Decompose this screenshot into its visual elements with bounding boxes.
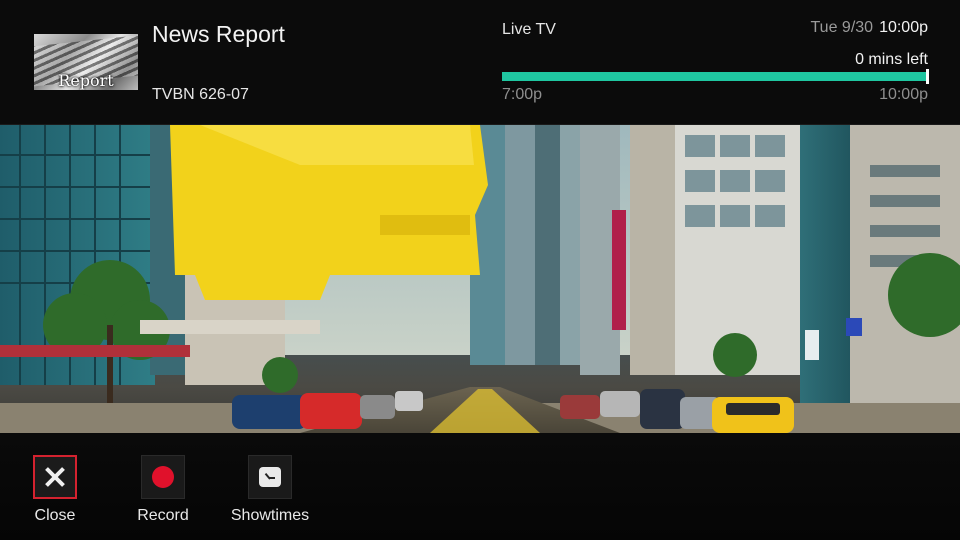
showtimes-button[interactable]: Showtimes [225,455,315,525]
close-button[interactable]: Close [10,455,100,525]
program-thumbnail: Report [34,34,138,90]
current-time: 10:00p [879,19,928,36]
record-button-box[interactable] [141,455,185,499]
channel-label: TVBN 626-07 [152,86,249,103]
progress-fill [502,72,928,81]
end-time: 10:00p [879,86,928,103]
current-datetime: Tue 9/30 10:00p [811,19,929,37]
action-bar: Close Record Showtimes [0,433,960,540]
showtimes-button-label: Showtimes [230,507,310,524]
close-button-box[interactable] [33,455,77,499]
showtimes-button-box[interactable] [248,455,292,499]
close-button-label: Close [34,507,76,524]
record-button-label: Record [137,507,189,524]
program-title: News Report [152,21,285,47]
program-progress-bar [502,69,929,84]
current-date: Tue 9/30 [810,19,874,36]
source-label: Live TV [502,21,556,38]
program-info-bar: Report News Report TVBN 626-07 Live TV T… [0,0,960,125]
thumbnail-label: Report [58,71,114,90]
record-button[interactable]: Record [118,455,208,525]
close-icon [43,465,67,489]
clock-icon [259,467,281,487]
record-icon [152,466,174,488]
city-street-scene [0,125,960,433]
progress-marker [926,69,929,84]
video-frame [0,125,960,433]
start-time: 7:00p [502,86,543,103]
time-remaining: 0 mins left [855,51,928,68]
tv-player-screen: Report News Report TVBN 626-07 Live TV T… [0,0,960,540]
